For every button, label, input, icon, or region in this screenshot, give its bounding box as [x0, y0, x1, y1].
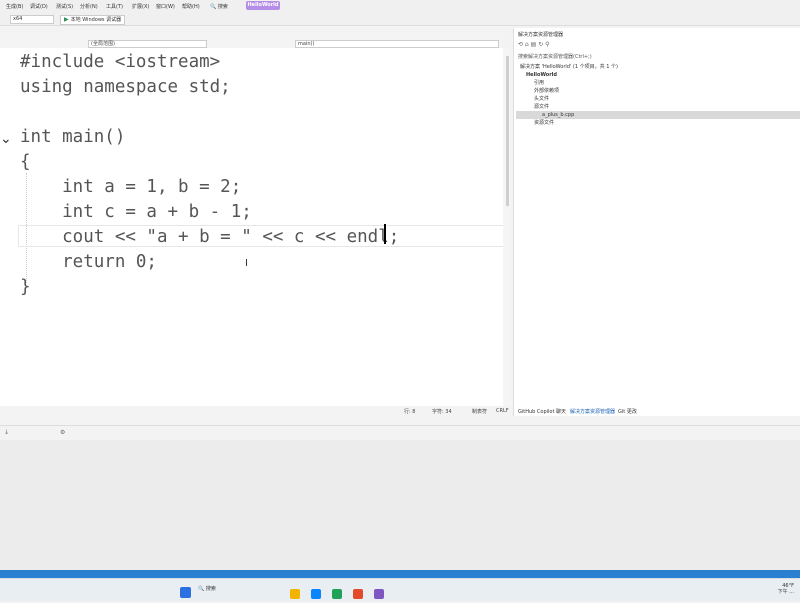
explorer-icon[interactable] — [290, 589, 300, 599]
app-icon[interactable] — [353, 589, 364, 599]
edge-icon[interactable] — [311, 589, 322, 599]
status-mode: 制表符 — [472, 409, 488, 415]
tab-copilot[interactable]: GitHub Copilot 聊天 — [518, 408, 566, 415]
tree-node-solution[interactable]: 解决方案 'HelloWorld' (1 个项目，共 1 个) — [516, 63, 800, 71]
toolbar: x64 ▶ 本地 Windows 调试器 — [0, 13, 800, 26]
solution-search-input[interactable]: 搜索解决方案资源管理器(Ctrl+;) — [518, 53, 592, 60]
platform-select[interactable]: x64 — [10, 15, 54, 24]
start-icon[interactable] — [180, 587, 191, 598]
tree-node-sources[interactable]: 源文件 — [516, 103, 800, 111]
start-debug-button[interactable]: ▶ 本地 Windows 调试器 — [60, 15, 126, 25]
chrome-icon[interactable] — [332, 589, 343, 599]
menu-tools[interactable]: 工具(T) — [106, 3, 123, 10]
code-editor[interactable]: #include <iostream> using namespace std;… — [0, 48, 504, 406]
taskbar-search[interactable]: 🔍 搜索 — [198, 585, 216, 592]
tab-git-changes[interactable]: Git 更改 — [618, 408, 637, 415]
solution-tree: 解决方案 'HelloWorld' (1 个项目，共 1 个) HelloWor… — [516, 63, 800, 127]
search-label: 搜索 — [217, 4, 228, 10]
scope-dropdown[interactable]: (全局范围) — [88, 40, 207, 48]
output-toolbar: ↓ ⚙ — [0, 425, 800, 441]
code-text[interactable]: #include <iostream> using namespace std;… — [20, 50, 399, 300]
menu-help[interactable]: 帮助(H) — [182, 3, 200, 10]
editor-status-bar: 行: 8 字符: 34 制表符 CRLF — [0, 406, 511, 416]
tree-node-headers[interactable]: 头文件 — [516, 95, 800, 103]
menu-window[interactable]: 窗口(W) — [156, 3, 175, 10]
tab-solution-explorer[interactable]: 解决方案资源管理器 — [570, 408, 615, 415]
fold-chevron-icon[interactable]: ⌄ — [0, 131, 12, 147]
menu-debug[interactable]: 调试(D) — [30, 3, 48, 10]
taskbar-pinned-apps — [290, 584, 390, 603]
code-line-2: using namespace std; — [20, 77, 231, 97]
system-tray: 46°F 下午 ... — [778, 583, 794, 595]
editor-scrollbar[interactable] — [503, 48, 511, 406]
output-pane[interactable] — [0, 440, 800, 570]
settings-icon[interactable]: ⚙ — [60, 429, 65, 436]
windows-taskbar: 🔍 搜索 46°F 下午 ... — [0, 578, 800, 601]
tree-node-resources[interactable]: 资源文件 — [516, 119, 800, 127]
clock: 下午 ... — [777, 589, 794, 595]
status-line: 行: 8 — [404, 409, 416, 415]
text-caret — [384, 224, 386, 244]
tree-node-project[interactable]: HelloWorld — [516, 71, 800, 79]
code-line-7: int c = a + b - 1; — [20, 202, 252, 222]
code-line-10: } — [20, 277, 31, 297]
ide-status-bar — [0, 570, 800, 578]
tree-node-references[interactable]: 引用 — [516, 79, 800, 87]
panel-toolbar[interactable]: ⟲ ⌂ ▤ ↻ ⚲ — [518, 41, 550, 48]
visual-studio-icon[interactable] — [374, 589, 385, 599]
tree-node-cpp-file[interactable]: a_plus_b.cpp — [516, 111, 800, 119]
code-line-5: { — [20, 152, 31, 172]
panel-title: 解决方案资源管理器 — [518, 32, 564, 38]
panel-tabs: GitHub Copilot 聊天 解决方案资源管理器 Git 更改 — [514, 406, 800, 416]
ibeam-cursor-icon: I — [245, 258, 248, 269]
tree-node-external-deps[interactable]: 外部依赖项 — [516, 87, 800, 95]
scrollbar-thumb[interactable] — [506, 56, 509, 206]
status-eol: CRLF — [496, 408, 509, 414]
taskbar-search-label: 搜索 — [205, 586, 216, 592]
menu-build[interactable]: 生成(B) — [6, 3, 23, 10]
solution-explorer: 解决方案资源管理器 ⟲ ⌂ ▤ ↻ ⚲ 搜索解决方案资源管理器(Ctrl+;) … — [513, 28, 800, 416]
code-line-9: return 0; — [20, 252, 157, 272]
solution-name-badge: HelloWorld — [246, 1, 280, 10]
play-icon: ▶ — [64, 16, 69, 23]
menu-analyze[interactable]: 分析(N) — [80, 3, 98, 10]
code-line-8: cout << "a + b = " << c << endl; — [20, 227, 400, 247]
menu-test[interactable]: 测试(S) — [56, 3, 73, 10]
code-line-1: #include <iostream> — [20, 52, 221, 72]
code-line-4: int main() — [20, 127, 126, 147]
menu-bar: 生成(B) 调试(D) 测试(S) 分析(N) 工具(T) 扩展(X) 窗口(W… — [0, 0, 800, 13]
function-dropdown[interactable]: main() — [295, 40, 499, 48]
arrow-icon[interactable]: ↓ — [4, 429, 9, 436]
taskbar-apps — [180, 583, 196, 602]
run-label: 本地 Windows 调试器 — [70, 17, 122, 23]
status-col: 字符: 34 — [432, 409, 452, 415]
menu-extensions[interactable]: 扩展(X) — [132, 3, 149, 10]
search-box[interactable]: 🔍 搜索 — [210, 3, 228, 10]
code-line-6: int a = 1, b = 2; — [20, 177, 242, 197]
